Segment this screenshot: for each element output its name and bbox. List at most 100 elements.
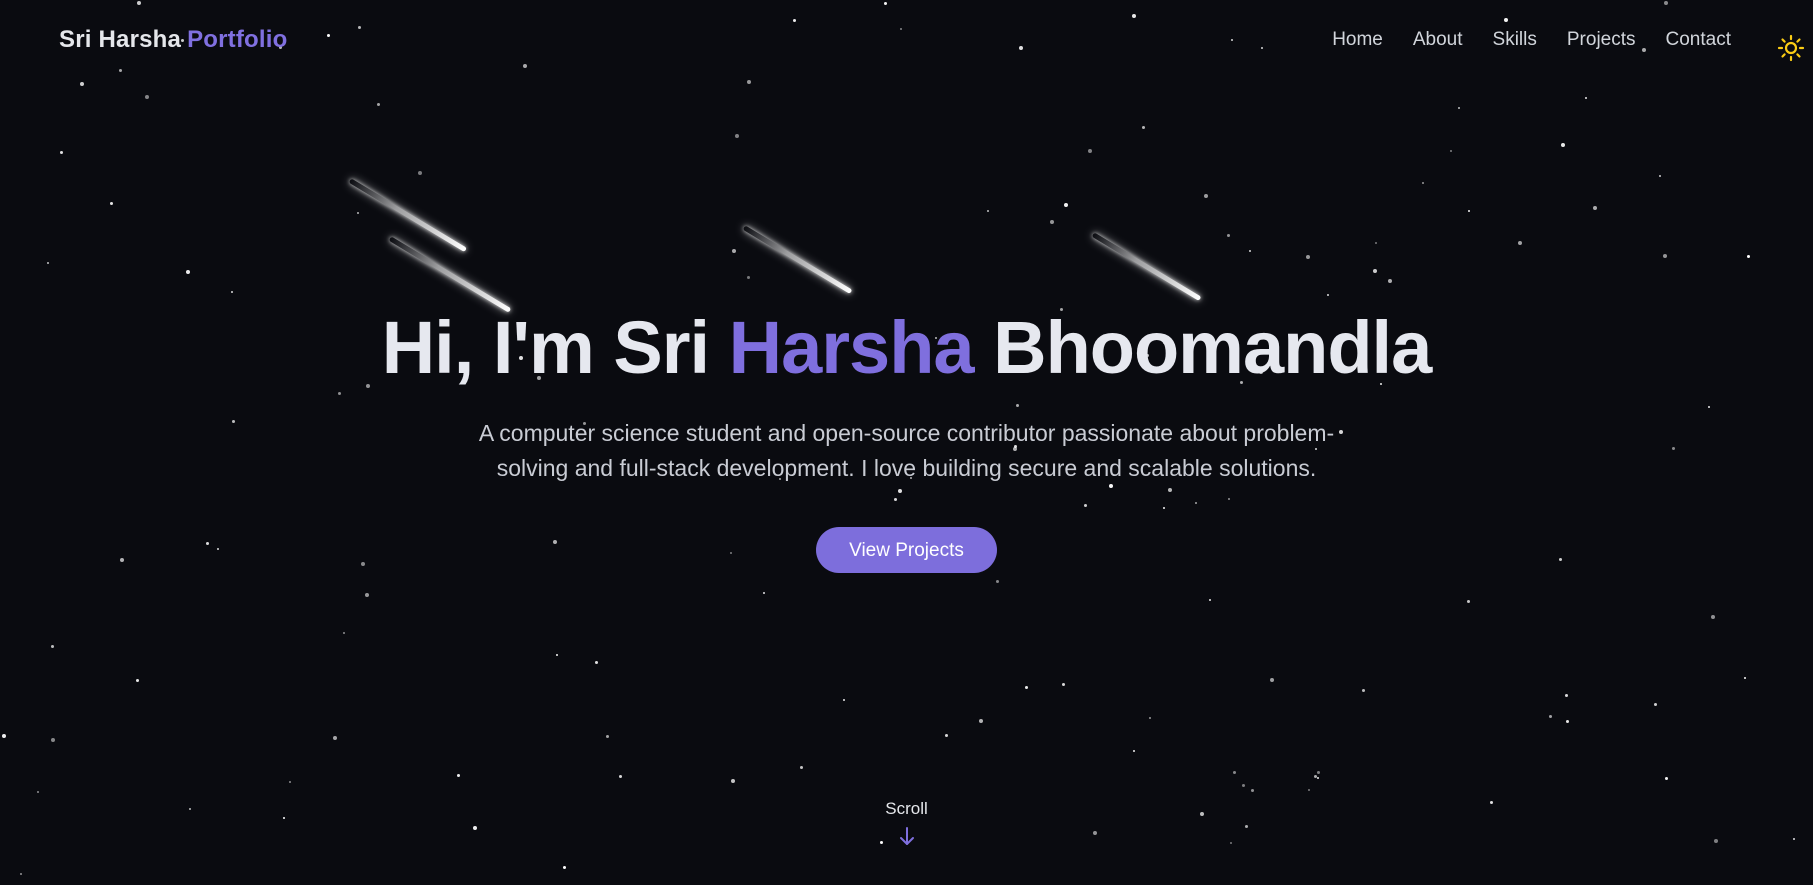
theme-toggle-button[interactable] (1777, 34, 1805, 62)
hero-name-highlight: Harsha (728, 306, 975, 389)
site-header: Sri Harsha Portfolio Home About Skills Pr… (0, 0, 1813, 84)
star (556, 654, 558, 656)
brand-logo[interactable]: Sri Harsha Portfolio (59, 26, 288, 54)
star (1561, 143, 1565, 147)
star (1468, 210, 1470, 212)
star (20, 873, 22, 875)
shooting-star (348, 178, 468, 253)
star (1242, 784, 1245, 787)
star (289, 781, 291, 783)
star (1375, 242, 1377, 244)
star (357, 212, 359, 214)
star (1654, 703, 1657, 706)
star (979, 719, 983, 723)
star (1518, 241, 1522, 245)
nav-projects[interactable]: Projects (1567, 29, 1636, 51)
star (1317, 777, 1319, 779)
star (1566, 720, 1569, 723)
sun-icon (1777, 34, 1805, 62)
star (1663, 254, 1667, 258)
star (843, 699, 845, 701)
star (1593, 206, 1597, 210)
star (763, 592, 765, 594)
star (1064, 203, 1068, 207)
star (1665, 777, 1668, 780)
star (1227, 234, 1230, 237)
star (186, 270, 190, 274)
main-nav: Home About Skills Projects Contact (1332, 29, 1731, 51)
star (1327, 294, 1329, 296)
star (800, 766, 803, 769)
hero-tagline: A computer science student and open-sour… (478, 420, 1335, 481)
nav-about[interactable]: About (1413, 29, 1463, 51)
star (1744, 677, 1746, 679)
star (1050, 220, 1054, 224)
star (1270, 678, 1274, 682)
nav-skills[interactable]: Skills (1493, 29, 1537, 51)
star (1306, 255, 1310, 259)
star (145, 95, 149, 99)
star (47, 262, 49, 264)
view-projects-button[interactable]: View Projects (816, 527, 997, 573)
star (1149, 717, 1151, 719)
star (1317, 771, 1320, 774)
star (1088, 149, 1092, 153)
hero-section: Hi, I'm Sri Harsha Bhoomandla A computer… (0, 300, 1813, 573)
star (1251, 789, 1254, 792)
star (1450, 150, 1452, 152)
star (619, 775, 622, 778)
star (1458, 107, 1460, 109)
shooting-star (1091, 232, 1202, 302)
star (1388, 279, 1392, 283)
star (1314, 775, 1317, 778)
nav-home[interactable]: Home (1332, 29, 1383, 51)
star (37, 791, 39, 793)
star (1585, 97, 1587, 99)
star (945, 734, 948, 737)
star (60, 151, 63, 154)
star (51, 645, 54, 648)
star (51, 738, 55, 742)
star (110, 202, 113, 205)
star (1249, 250, 1251, 252)
star (731, 779, 735, 783)
star (377, 103, 380, 106)
star (2, 734, 6, 738)
star (457, 774, 460, 777)
star (595, 661, 598, 664)
star (1467, 600, 1470, 603)
star (1711, 615, 1715, 619)
star (231, 291, 233, 293)
star (1747, 255, 1750, 258)
hero-greeting: Hi, I'm Sri (381, 306, 710, 389)
star (1025, 686, 1028, 689)
star (333, 736, 337, 740)
star (563, 866, 566, 869)
star (1659, 175, 1661, 177)
star (732, 249, 736, 253)
hero-name-rest: Bhoomandla (993, 306, 1432, 389)
star (1373, 269, 1377, 273)
star (1362, 689, 1365, 692)
star (365, 593, 369, 597)
star (1565, 694, 1568, 697)
nav-contact[interactable]: Contact (1666, 29, 1731, 51)
star (606, 735, 609, 738)
star (996, 580, 999, 583)
star (747, 276, 750, 279)
star (1133, 750, 1135, 752)
star (735, 134, 739, 138)
star (1204, 194, 1208, 198)
hero-title: Hi, I'm Sri Harsha Bhoomandla (0, 300, 1813, 396)
star (987, 210, 989, 212)
brand-name: Sri Harsha (59, 26, 182, 53)
star (1233, 771, 1236, 774)
scroll-label: Scroll (885, 799, 928, 818)
star (1549, 715, 1552, 718)
star (1308, 789, 1310, 791)
star (1062, 683, 1065, 686)
page: Sri Harsha Portfolio Home About Skills Pr… (0, 0, 1813, 885)
star (136, 679, 139, 682)
shooting-star (742, 225, 853, 295)
scroll-indicator[interactable]: Scroll (0, 799, 1813, 847)
